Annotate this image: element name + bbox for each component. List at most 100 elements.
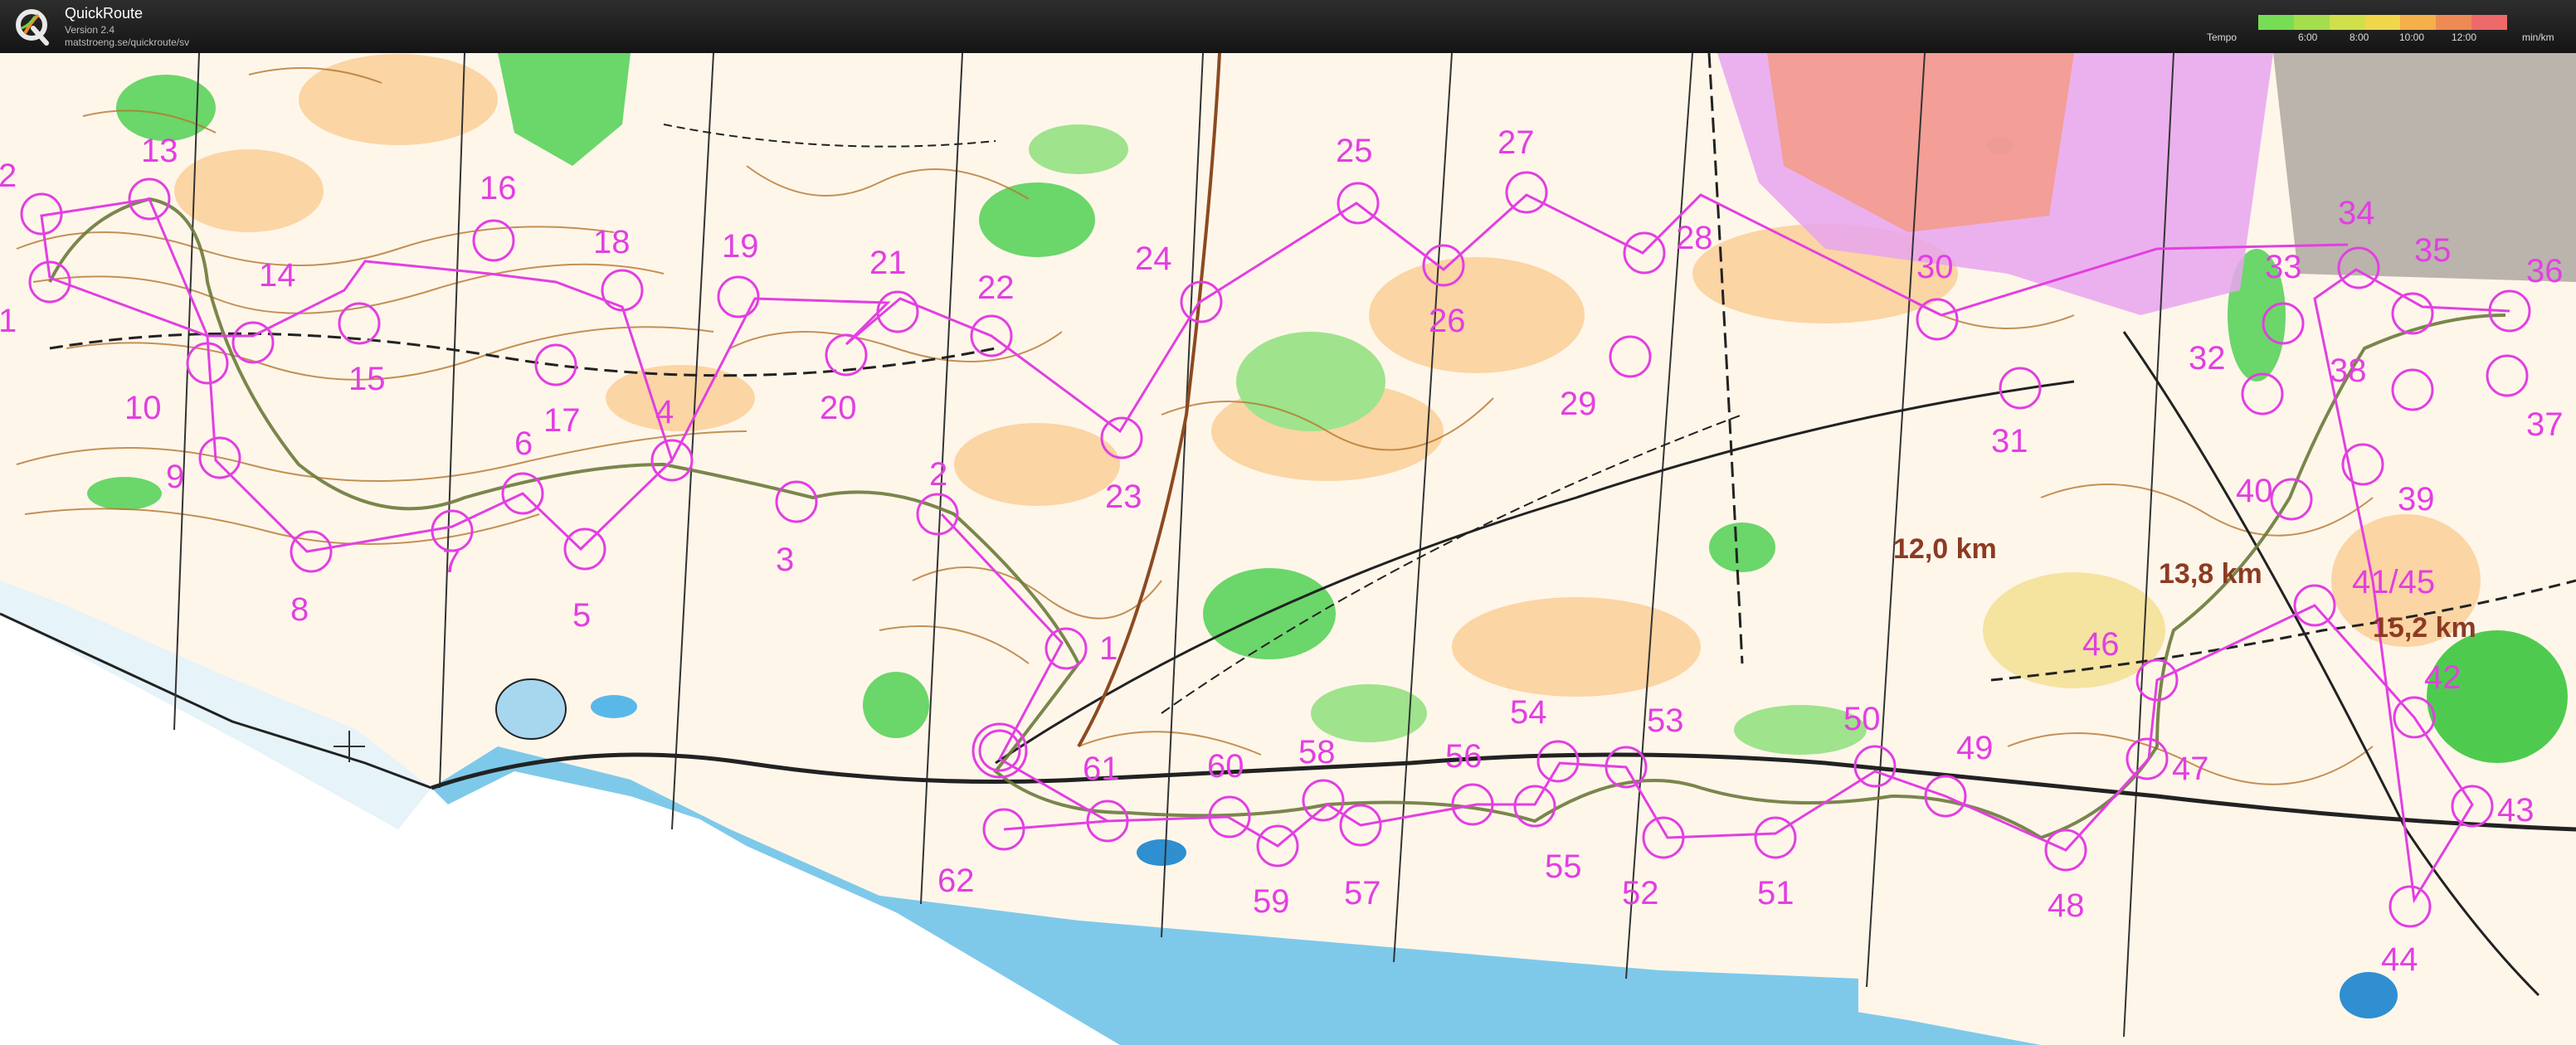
control-number: 1	[1099, 630, 1118, 667]
control-number: 44	[2381, 941, 2418, 978]
control-number: 7	[442, 543, 460, 580]
green-forest	[116, 75, 216, 141]
control-number: 31	[1991, 423, 2028, 459]
app-title: QuickRoute	[65, 5, 144, 22]
tempo-swatch	[2436, 15, 2472, 30]
orienteering-map[interactable]: 1 2 10 13 14 15 16 17 18 19 20 21 22 23 …	[0, 53, 2576, 1045]
control-number: 50	[1843, 701, 1881, 737]
control-number: 21	[869, 245, 907, 281]
app-url[interactable]: matstroeng.se/quickroute/sv	[65, 36, 189, 48]
control-number: 33	[2265, 249, 2302, 285]
control-number: 37	[2526, 406, 2564, 443]
green-forest	[1709, 522, 1775, 572]
control-number: 14	[259, 257, 296, 294]
control-number: 42	[2424, 659, 2462, 696]
control-number: 22	[977, 270, 1015, 306]
control-number: 61	[1083, 751, 1120, 787]
tempo-unit-label: min/km	[2522, 32, 2554, 43]
control-number: 9	[166, 459, 184, 495]
control-number: 2	[929, 456, 947, 493]
control-number: 57	[1344, 875, 1381, 911]
control-number: 27	[1497, 124, 1535, 161]
control-number: 55	[1545, 848, 1582, 885]
app-version: Version 2.4	[65, 24, 115, 36]
control-number: 29	[1560, 386, 1597, 422]
control-number: 39	[2398, 481, 2435, 518]
control-number: 32	[2189, 340, 2226, 377]
control-number: 10	[124, 390, 162, 426]
open-land	[1452, 597, 1701, 697]
control-number: 5	[572, 597, 591, 634]
lake	[495, 678, 567, 740]
open-land	[1369, 257, 1585, 373]
control-number: 13	[141, 133, 178, 169]
control-number: 19	[722, 228, 759, 265]
control-number: 60	[1207, 748, 1244, 785]
green-forest	[863, 672, 929, 738]
control-number: 6	[514, 425, 533, 462]
tempo-label: Tempo	[2207, 32, 2238, 43]
control-number: 3	[776, 542, 794, 578]
control-number: 1	[0, 303, 17, 339]
control-number: 48	[2048, 887, 2085, 924]
green-forest	[979, 182, 1095, 257]
tempo-tick: 12:00	[2452, 32, 2477, 43]
pond	[1137, 839, 1186, 866]
control-number: 62	[937, 863, 975, 899]
tempo-tick: 6:00	[2298, 32, 2318, 43]
tempo-swatch	[2400, 15, 2437, 30]
control-number: 49	[1956, 730, 1994, 766]
open-land	[299, 54, 498, 145]
control-number: 24	[1135, 241, 1172, 277]
title-bar: QuickRoute Version 2.4 matstroeng.se/qui…	[0, 0, 2576, 53]
control-number: 47	[2172, 751, 2209, 787]
control-number: 43	[2497, 792, 2535, 829]
control-number: 25	[1336, 133, 1373, 169]
control-number: 56	[1445, 738, 1483, 775]
tempo-swatch	[2471, 15, 2508, 30]
control-number: 46	[2082, 626, 2120, 663]
control-number: 41/45	[2352, 564, 2435, 600]
control-number: 51	[1757, 875, 1794, 911]
distance-label: 15,2 km	[2373, 612, 2476, 644]
control-number: 20	[820, 390, 857, 426]
quickroute-logo-icon	[16, 9, 49, 46]
green-forest	[1236, 332, 1385, 431]
tempo-swatch	[2258, 15, 2294, 30]
open-land	[954, 423, 1120, 506]
control-number: 28	[1676, 220, 1713, 256]
control-number: 53	[1647, 702, 1684, 739]
control-number: 18	[593, 224, 631, 260]
control-number: 40	[2236, 473, 2273, 509]
tempo-color-scale	[2258, 15, 2508, 30]
control-number: 36	[2526, 253, 2564, 289]
control-number: 58	[1298, 734, 1336, 770]
control-number: 59	[1253, 883, 1290, 920]
open-land	[174, 149, 324, 232]
distance-label: 13,8 km	[2159, 558, 2262, 590]
green-forest	[87, 477, 162, 510]
control-number: 34	[2338, 195, 2375, 231]
control-number: 30	[1916, 249, 1954, 285]
control-number: 2	[0, 158, 17, 194]
control-number: 17	[543, 402, 581, 439]
control-number: 35	[2414, 232, 2452, 269]
tempo-swatch	[2364, 15, 2401, 30]
green-forest	[2427, 630, 2568, 763]
control-number: 16	[480, 170, 517, 207]
control-number: 4	[655, 394, 674, 430]
green-forest	[1029, 124, 1128, 174]
tempo-swatch	[2293, 15, 2330, 30]
control-number: 26	[1429, 303, 1466, 339]
tempo-tick: 8:00	[2350, 32, 2369, 43]
pond	[2340, 972, 2398, 1018]
control-number: 54	[1510, 694, 1547, 731]
control-number: 15	[348, 361, 386, 397]
control-number: 38	[2330, 352, 2367, 389]
tempo-swatch	[2329, 15, 2365, 30]
tempo-tick: 10:00	[2399, 32, 2425, 43]
control-number: 8	[290, 591, 309, 628]
control-number: 52	[1622, 875, 1659, 911]
pond	[591, 695, 637, 718]
control-number: 23	[1105, 479, 1142, 515]
